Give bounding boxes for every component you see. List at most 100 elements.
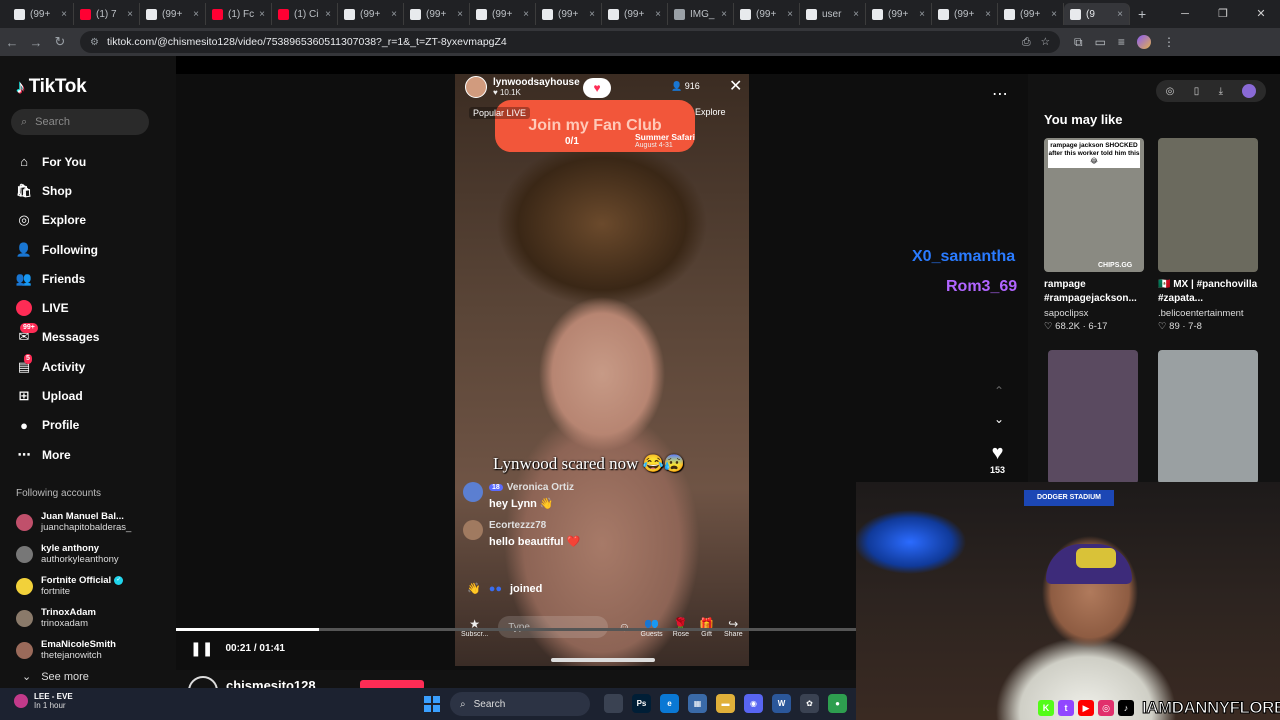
weather-widget[interactable]: LEE - EVE In 1 hour <box>14 692 73 710</box>
browser-tab[interactable]: (99+ × <box>932 3 998 25</box>
guests-button[interactable]: 👥 Guests <box>641 617 663 638</box>
tab-close-icon[interactable]: × <box>457 9 463 20</box>
install-icon[interactable]: ⎙ <box>1022 36 1030 49</box>
browser-tab[interactable]: (99+ × <box>470 3 536 25</box>
browser-tab[interactable]: IMG_ × <box>668 3 734 25</box>
nav-more[interactable]: ⋯ More <box>16 440 99 469</box>
popular-live-tag[interactable]: Popular LIVE <box>469 107 531 119</box>
browser-tab[interactable]: (99+ × <box>140 3 206 25</box>
nav-messages[interactable]: ✉ 99+ Messages <box>16 323 99 352</box>
download-icon[interactable]: ⤓ <box>1219 86 1223 97</box>
tab-close-icon[interactable]: × <box>655 9 661 20</box>
video-thumbnail[interactable] <box>1158 350 1258 484</box>
tab-close-icon[interactable]: × <box>787 9 793 20</box>
device-icon[interactable]: ▯ <box>1194 86 1200 97</box>
search-input[interactable]: ⌕ Search <box>11 109 149 135</box>
browser-tab[interactable]: (99+ × <box>734 3 800 25</box>
like-button[interactable]: ♥ 153 <box>990 442 1005 475</box>
minimize-icon[interactable]: ─ <box>1166 0 1204 28</box>
browser-tab[interactable]: (99+ × <box>602 3 668 25</box>
card-title[interactable]: 🇲🇽 MX | #panchovilla #zapata... <box>1158 278 1258 306</box>
bookmark-star-icon[interactable]: ☆ <box>1041 36 1050 49</box>
browser-tab[interactable]: (99+ × <box>8 3 74 25</box>
recommended-video-card[interactable]: 🇲🇽 MX | #panchovilla #zapata... .belicoen… <box>1158 138 1258 332</box>
tab-close-icon[interactable]: × <box>589 9 595 20</box>
close-window-icon[interactable]: ✕ <box>1242 0 1280 28</box>
taskbar-search[interactable]: ⌕ Search <box>450 692 590 716</box>
browser-tab[interactable]: (99+ × <box>998 3 1064 25</box>
tab-close-icon[interactable]: × <box>391 9 397 20</box>
browser-tab[interactable]: user × <box>800 3 866 25</box>
taskbar-app-icon[interactable]: ▬ <box>716 694 735 713</box>
tab-close-icon[interactable]: × <box>193 9 199 20</box>
browser-tab[interactable]: (9 × <box>1064 3 1130 25</box>
browser-tab[interactable]: (1) Ci × <box>272 3 338 25</box>
see-more-button[interactable]: ⌄ See more <box>22 670 89 684</box>
tab-close-icon[interactable]: × <box>1051 9 1057 20</box>
url-field[interactable]: ⚙ tiktok.com/@chismesito128/video/753896… <box>80 31 1060 53</box>
browser-tab[interactable]: (99+ × <box>536 3 602 25</box>
browser-menu-icon[interactable]: ⋮ <box>1163 35 1175 49</box>
host-avatar[interactable] <box>465 76 487 98</box>
chat-input[interactable]: Type... <box>498 616 609 638</box>
tab-close-icon[interactable]: × <box>325 9 331 20</box>
chat-avatar[interactable] <box>463 482 483 502</box>
browser-tab[interactable]: (99+ × <box>404 3 470 25</box>
taskbar-app-icon[interactable]: ● <box>828 694 847 713</box>
progress-bar[interactable] <box>176 628 856 631</box>
tab-close-icon[interactable]: × <box>853 9 859 20</box>
previous-video-icon[interactable]: ⌃ <box>994 384 1004 398</box>
chat-username[interactable]: Ecortezzz78 <box>489 520 546 531</box>
tiktok-logo[interactable]: ♪ TikTok <box>16 76 87 98</box>
chat-avatar[interactable] <box>463 520 483 540</box>
reload-icon[interactable]: ↻ <box>48 34 72 50</box>
following-account[interactable]: kyle anthony authorkyleanthony <box>16 538 131 570</box>
nav-upload[interactable]: ⊞ Upload <box>16 381 99 410</box>
user-avatar[interactable] <box>1242 84 1257 98</box>
browser-tab[interactable]: (1) Fc × <box>206 3 272 25</box>
sidebar-panel-icon[interactable]: ▭ <box>1095 35 1106 49</box>
following-account[interactable]: TrinoxAdam trinoxadam <box>16 602 131 634</box>
video-thumbnail[interactable] <box>1158 138 1258 272</box>
taskbar-app-icon[interactable]: ▦ <box>688 694 707 713</box>
nav-shop[interactable]: 🛍 Shop <box>16 176 99 205</box>
taskbar-app-icon[interactable]: Ps <box>632 694 651 713</box>
tab-close-icon[interactable]: × <box>1117 9 1123 20</box>
nav-activity[interactable]: ▤ 5 Activity <box>16 352 99 381</box>
nav-following[interactable]: 👤 Following <box>16 235 99 264</box>
profile-avatar[interactable] <box>1136 35 1151 49</box>
taskbar-app-icon[interactable]: e <box>660 694 679 713</box>
explore-link[interactable]: Explore <box>695 107 726 117</box>
forward-icon[interactable]: → <box>24 35 48 50</box>
recommended-video-card[interactable] <box>1048 350 1138 484</box>
nav-for-you[interactable]: ⌂ For You <box>16 147 99 176</box>
media-icon[interactable]: ≡ <box>1118 35 1125 49</box>
following-account[interactable]: Fortnite Official ✓ fortnite <box>16 570 131 602</box>
taskbar-app-icon[interactable] <box>604 694 623 713</box>
live-host[interactable]: lynwoodsayhouse ♥ 10.1K <box>465 76 580 98</box>
live-video-frame[interactable]: Join my Fan Club 0/1 lynwoodsayhouse ♥ 1… <box>455 74 749 666</box>
nav-explore[interactable]: ◎ Explore <box>16 206 99 235</box>
gift-button[interactable]: 🎁 Gift <box>699 617 714 638</box>
nav-profile[interactable]: ● Profile <box>16 411 99 440</box>
taskbar-app-icon[interactable]: ◉ <box>744 694 763 713</box>
recommended-video-card[interactable]: rampage jackson SHOCKED after this worke… <box>1044 138 1144 332</box>
event-banner[interactable]: Summer Safari August 4-31 <box>635 132 739 158</box>
recommended-video-card[interactable] <box>1158 350 1258 484</box>
start-button[interactable] <box>424 696 440 712</box>
video-thumbnail[interactable]: rampage jackson SHOCKED after this worke… <box>1044 138 1144 272</box>
more-options-icon[interactable]: ⋯ <box>992 84 1008 104</box>
tab-close-icon[interactable]: × <box>985 9 991 20</box>
taskbar-app-icon[interactable]: ✿ <box>800 694 819 713</box>
following-account[interactable]: Juan Manuel Bal... juanchapitobalderas_ <box>16 506 131 538</box>
nav-live[interactable]: LIVE <box>16 293 99 322</box>
card-title[interactable]: rampage #rampagejackson... <box>1044 278 1144 306</box>
nav-friends[interactable]: 👥 Friends <box>16 264 99 293</box>
rose-button[interactable]: 🌹 Rose <box>673 617 689 638</box>
site-info-icon[interactable]: ⚙ <box>90 37 99 48</box>
new-tab-button[interactable]: + <box>1138 6 1146 22</box>
share-button[interactable]: ↪ Share <box>724 617 743 638</box>
next-video-icon[interactable]: ⌄ <box>994 412 1004 426</box>
chat-username[interactable]: Veronica Ortiz <box>507 482 574 493</box>
follow-heart-icon[interactable]: ♥ <box>583 78 611 98</box>
